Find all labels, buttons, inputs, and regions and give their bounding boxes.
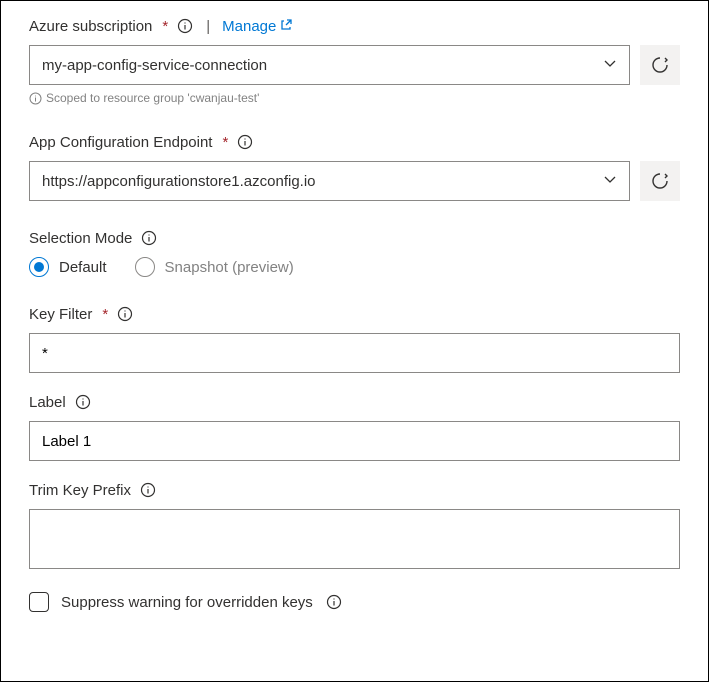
divider: |: [206, 18, 210, 35]
selection-mode-options: Default Snapshot (preview): [29, 257, 680, 277]
endpoint-refresh-button[interactable]: [640, 161, 680, 201]
key-filter-input[interactable]: [29, 333, 680, 373]
info-icon[interactable]: [236, 133, 254, 151]
endpoint-dropdown[interactable]: https://appconfigurationstore1.azconfig.…: [29, 161, 630, 201]
suppress-warning-checkbox[interactable]: [29, 592, 49, 612]
trim-prefix-input[interactable]: [29, 509, 680, 569]
suppress-warning-row: Suppress warning for overridden keys: [29, 592, 680, 612]
subscription-refresh-button[interactable]: [640, 45, 680, 85]
chevron-down-icon: [603, 56, 617, 74]
endpoint-label: App Configuration Endpoint: [29, 134, 212, 151]
info-icon[interactable]: [74, 393, 92, 411]
radio-snapshot[interactable]: Snapshot (preview): [135, 257, 294, 277]
key-filter-label: Key Filter: [29, 306, 92, 323]
selection-mode-field: Selection Mode Default Snapshot (preview…: [29, 229, 680, 277]
radio-default-label: Default: [59, 259, 107, 276]
endpoint-value: https://appconfigurationstore1.azconfig.…: [42, 173, 316, 190]
required-indicator: *: [222, 134, 228, 151]
subscription-field: Azure subscription * | Manage my-app-con…: [29, 17, 680, 105]
info-icon[interactable]: [176, 17, 194, 35]
subscription-value: my-app-config-service-connection: [42, 57, 267, 74]
manage-link-text: Manage: [222, 18, 276, 35]
external-link-icon: [280, 18, 292, 35]
subscription-dropdown[interactable]: my-app-config-service-connection: [29, 45, 630, 85]
label-label: Label: [29, 394, 66, 411]
required-indicator: *: [102, 306, 108, 323]
endpoint-label-row: App Configuration Endpoint *: [29, 133, 680, 151]
manage-link[interactable]: Manage: [222, 18, 292, 35]
suppress-warning-label: Suppress warning for overridden keys: [61, 594, 313, 611]
config-panel: Azure subscription * | Manage my-app-con…: [0, 0, 709, 682]
required-indicator: *: [162, 18, 168, 35]
selection-mode-label-row: Selection Mode: [29, 229, 680, 247]
trim-prefix-label: Trim Key Prefix: [29, 482, 131, 499]
trim-prefix-field: Trim Key Prefix: [29, 481, 680, 572]
label-field-group: Label: [29, 393, 680, 461]
label-input[interactable]: [29, 421, 680, 461]
selection-mode-label: Selection Mode: [29, 230, 132, 247]
radio-circle: [135, 257, 155, 277]
label-label-row: Label: [29, 393, 680, 411]
subscription-label-row: Azure subscription * | Manage: [29, 17, 680, 35]
subscription-label: Azure subscription: [29, 18, 152, 35]
key-filter-label-row: Key Filter *: [29, 305, 680, 323]
radio-circle-selected: [29, 257, 49, 277]
endpoint-input-row: https://appconfigurationstore1.azconfig.…: [29, 161, 680, 201]
chevron-down-icon: [603, 172, 617, 190]
info-icon[interactable]: [116, 305, 134, 323]
radio-snapshot-label: Snapshot (preview): [165, 259, 294, 276]
radio-dot: [34, 262, 44, 272]
subscription-input-row: my-app-config-service-connection: [29, 45, 680, 85]
info-icon[interactable]: [139, 481, 157, 499]
info-icon[interactable]: [140, 229, 158, 247]
subscription-helper: Scoped to resource group 'cwanjau-test': [29, 91, 680, 105]
radio-default[interactable]: Default: [29, 257, 107, 277]
subscription-helper-text: Scoped to resource group 'cwanjau-test': [46, 91, 259, 105]
info-icon[interactable]: [325, 593, 343, 611]
endpoint-field: App Configuration Endpoint * https://app…: [29, 133, 680, 201]
key-filter-field: Key Filter *: [29, 305, 680, 373]
trim-prefix-label-row: Trim Key Prefix: [29, 481, 680, 499]
